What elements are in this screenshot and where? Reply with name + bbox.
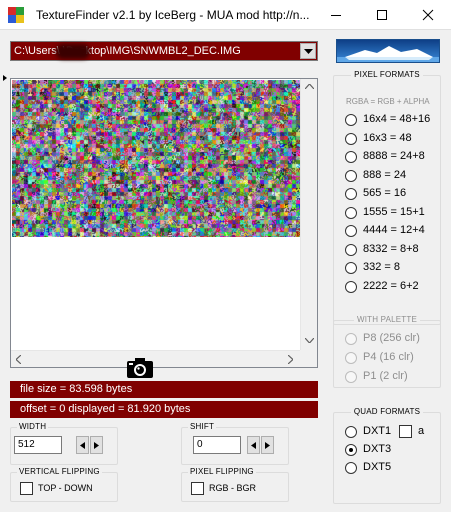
file-path-combobox[interactable]: C:\Users\ \Desktop\IMG\SNWMBL2_DEC.IMG	[10, 41, 318, 61]
pixel-format-radio-565-16[interactable]	[345, 188, 357, 200]
radio-selected-dot	[349, 448, 353, 452]
pixel-format-label: 888 = 24	[363, 168, 407, 181]
offset-marker	[3, 75, 7, 81]
palette-radio-p8-256-clr[interactable]	[345, 333, 357, 345]
pixel-format-radio-2222-6-2[interactable]	[345, 280, 357, 293]
horizontal-scrollbar[interactable]	[11, 350, 300, 367]
iceberg-logo	[336, 39, 440, 63]
triangle-right-icon	[265, 442, 270, 449]
vertical-flipping-label: VERTICAL FLIPPING	[17, 467, 102, 476]
client-area: C:\Users\ \Desktop\IMG\SNWMBL2_DEC.IMG f…	[0, 31, 451, 512]
chevron-right-icon	[288, 355, 293, 364]
scroll-left-button[interactable]	[11, 351, 28, 368]
quad-format-label: DXT5	[363, 461, 392, 473]
maximize-icon	[377, 10, 387, 20]
close-icon	[422, 9, 434, 21]
scroll-up-button[interactable]	[301, 79, 318, 96]
width-group-label: WIDTH	[17, 422, 49, 431]
top-down-label: TOP - DOWN	[38, 483, 93, 493]
chevron-down-icon	[305, 338, 314, 343]
minimize-icon	[331, 15, 341, 16]
shift-decrease-button[interactable]	[247, 436, 260, 454]
quad-format-label: DXT3	[363, 443, 392, 455]
pixel-format-label: 565 = 16	[363, 187, 407, 199]
rgba-legend: RGBA = RGB + ALPHA	[346, 97, 430, 106]
vertical-scrollbar[interactable]	[300, 79, 317, 350]
quad-formats-group: QUAD FORMATS DXT1 DXT3 DXT5 a	[333, 407, 441, 504]
rgb-bgr-label: RGB - BGR	[209, 483, 257, 493]
pixel-format-label: 332 = 8	[363, 261, 401, 273]
quad-format-radio-dxt5[interactable]	[345, 462, 357, 474]
close-button[interactable]	[405, 0, 451, 30]
quad-format-radio-dxt3[interactable]	[345, 444, 357, 456]
width-group: WIDTH 512	[10, 422, 118, 465]
chevron-left-icon	[16, 355, 21, 364]
pixel-format-label: 4444 = 12+4	[363, 224, 425, 236]
file-size-display: file size = 83.598 bytes	[10, 381, 318, 398]
redacted-username	[56, 44, 90, 59]
palette-label: P8 (256 clr)	[363, 332, 420, 344]
triangle-left-icon	[80, 442, 85, 449]
pixel-format-label: 2222 = 6+2	[363, 279, 419, 292]
width-input[interactable]: 512	[14, 436, 62, 454]
width-decrease-button[interactable]	[76, 436, 89, 454]
pixel-format-radio-16x3-48[interactable]	[345, 132, 357, 145]
snapshot-button[interactable]	[126, 357, 154, 379]
scroll-right-button[interactable]	[283, 351, 300, 368]
dropdown-button[interactable]	[300, 43, 316, 59]
vertical-flipping-group: VERTICAL FLIPPING TOP - DOWN	[10, 467, 118, 502]
shift-group: SHIFT 0	[181, 422, 289, 465]
pixel-format-radio-8888-24-8[interactable]	[345, 151, 357, 163]
file-path-text: C:\Users\ \Desktop\IMG\SNWMBL2_DEC.IMG	[14, 45, 241, 57]
maximize-button[interactable]	[359, 0, 405, 30]
pixel-format-radio-8332-8-8[interactable]	[345, 243, 357, 256]
pixel-format-radio-4444-12-4[interactable]	[345, 225, 357, 237]
title-bar: TextureFinder v2.1 by IceBerg - MUA mod …	[0, 0, 451, 30]
pixel-flipping-label: PIXEL FLIPPING	[188, 467, 256, 476]
quad-format-label: DXT1	[363, 425, 392, 437]
palette-label: P1 (2 clr)	[363, 370, 408, 382]
scroll-down-button[interactable]	[301, 333, 318, 350]
triangle-left-icon	[251, 442, 256, 449]
with-palette-group: WITH PALETTE P8 (256 clr) P4 (16 clr) P1 (…	[333, 315, 441, 388]
alpha-checkbox-label: a	[418, 425, 425, 437]
scrollbar-corner	[300, 350, 317, 367]
palette-radio-p4-16-clr[interactable]	[345, 352, 357, 364]
palette-label: P4 (16 clr)	[363, 351, 414, 363]
window-title: TextureFinder v2.1 by IceBerg - MUA mod …	[36, 8, 310, 22]
shift-group-label: SHIFT	[188, 422, 217, 431]
palette-radio-p1-2-clr[interactable]	[345, 371, 357, 383]
top-down-checkbox[interactable]	[20, 482, 33, 495]
chevron-up-icon	[305, 84, 314, 89]
pixel-format-label: 1555 = 15+1	[363, 205, 425, 218]
width-increase-button[interactable]	[90, 436, 103, 454]
shift-input[interactable]: 0	[193, 436, 241, 454]
pixel-formats-group: PIXEL FORMATS RGBA = RGB + ALPHA 16x4 = …	[333, 70, 441, 325]
camera-icon	[127, 358, 153, 378]
offset-display: offset = 0 displayed = 81.920 bytes	[10, 401, 318, 418]
with-palette-label: WITH PALETTE	[334, 315, 440, 324]
alpha-checkbox[interactable]	[399, 425, 412, 438]
pixel-formats-label: PIXEL FORMATS	[334, 70, 440, 79]
pixel-format-label: 16x3 = 48	[363, 131, 412, 144]
minimize-button[interactable]	[313, 0, 359, 30]
triangle-right-icon	[94, 442, 99, 449]
pixel-format-radio-888-24[interactable]	[345, 169, 357, 182]
pixel-format-label: 16x4 = 48+16	[363, 113, 431, 125]
texture-preview[interactable]	[10, 78, 318, 368]
pixel-format-radio-1555-15-1[interactable]	[345, 206, 357, 219]
rgb-bgr-checkbox[interactable]	[191, 482, 204, 495]
pixel-format-radio-332-8[interactable]	[345, 262, 357, 274]
texture-image	[12, 80, 300, 237]
quad-format-radio-dxt1[interactable]	[345, 426, 357, 438]
pixel-format-label: 8888 = 24+8	[363, 150, 425, 162]
pixel-flipping-group: PIXEL FLIPPING RGB - BGR	[181, 467, 289, 502]
chevron-down-icon	[304, 49, 313, 54]
pixel-format-label: 8332 = 8+8	[363, 242, 419, 255]
quad-formats-label: QUAD FORMATS	[334, 407, 440, 416]
app-icon[interactable]	[8, 7, 24, 23]
pixel-format-radio-16x4-48-16[interactable]	[345, 114, 357, 126]
shift-increase-button[interactable]	[261, 436, 274, 454]
